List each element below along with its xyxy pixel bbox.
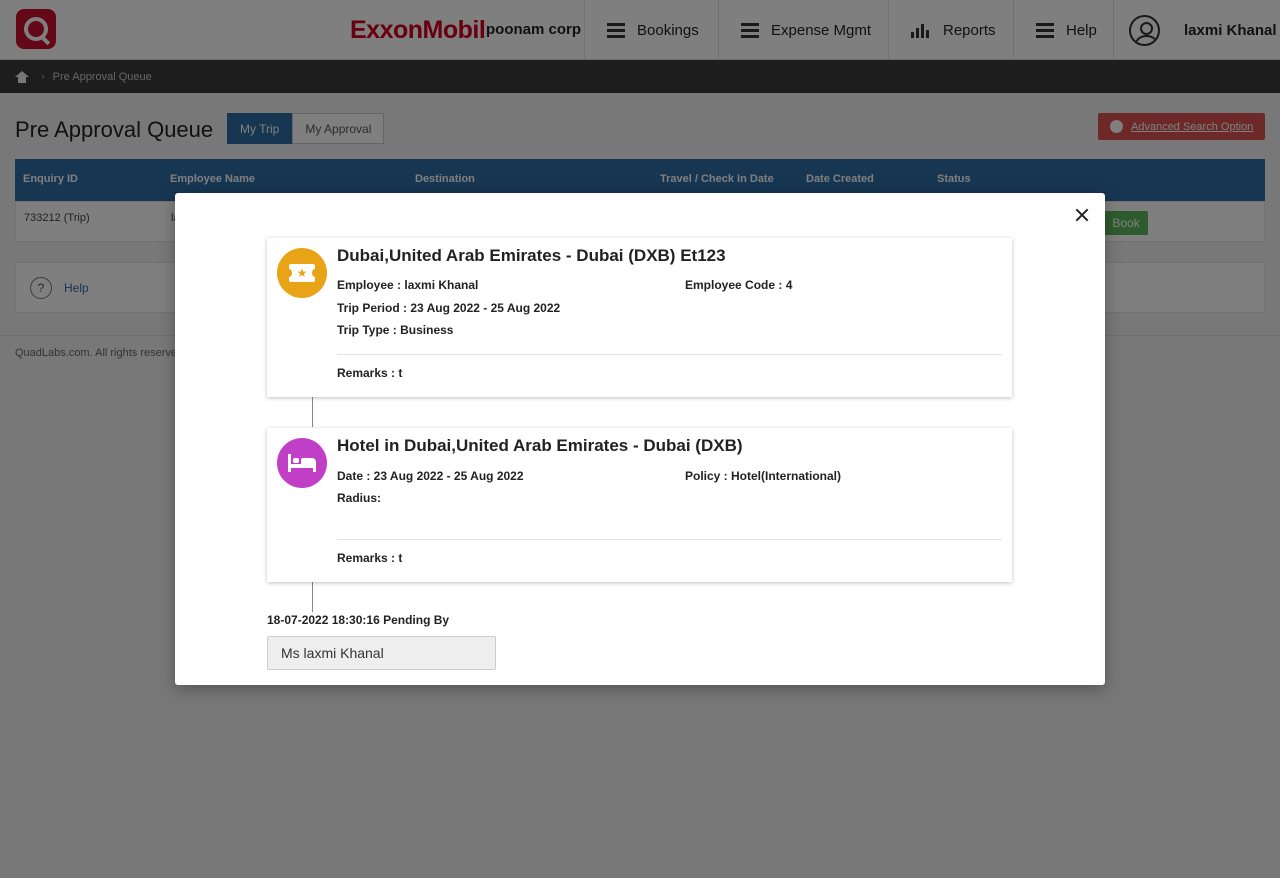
timeline-connector bbox=[312, 582, 313, 612]
trip-period-field: Trip Period : 23 Aug 2022 - 25 Aug 2022 bbox=[337, 301, 561, 315]
employee-field: Employee : laxmi Khanal bbox=[337, 278, 479, 292]
date-field: Date : 23 Aug 2022 - 25 Aug 2022 bbox=[337, 469, 524, 483]
ticket-icon: ★ bbox=[277, 248, 327, 298]
pending-by-field: Ms laxmi Khanal bbox=[267, 636, 496, 670]
bed-icon bbox=[277, 438, 327, 488]
remarks-field: Remarks : t bbox=[337, 551, 403, 565]
policy-field: Policy : Hotel(International) bbox=[685, 469, 842, 483]
flight-card: ★ Dubai,United Arab Emirates - Dubai (DX… bbox=[267, 238, 1012, 397]
divider bbox=[337, 354, 1002, 355]
employee-code-field: Employee Code : 4 bbox=[685, 278, 793, 292]
flight-title: Dubai,United Arab Emirates - Dubai (DXB)… bbox=[337, 246, 726, 265]
trip-details-modal: ★ Dubai,United Arab Emirates - Dubai (DX… bbox=[175, 193, 1105, 685]
timeline-connector bbox=[312, 397, 313, 427]
radius-field: Radius: bbox=[337, 491, 382, 505]
close-icon[interactable] bbox=[1073, 206, 1091, 224]
divider bbox=[337, 539, 1002, 540]
pending-status: 18-07-2022 18:30:16 Pending By bbox=[267, 613, 450, 627]
trip-type-field: Trip Type : Business bbox=[337, 323, 454, 337]
remarks-field: Remarks : t bbox=[337, 366, 403, 380]
hotel-title: Hotel in Dubai,United Arab Emirates - Du… bbox=[337, 436, 743, 455]
hotel-card: Hotel in Dubai,United Arab Emirates - Du… bbox=[267, 428, 1012, 582]
